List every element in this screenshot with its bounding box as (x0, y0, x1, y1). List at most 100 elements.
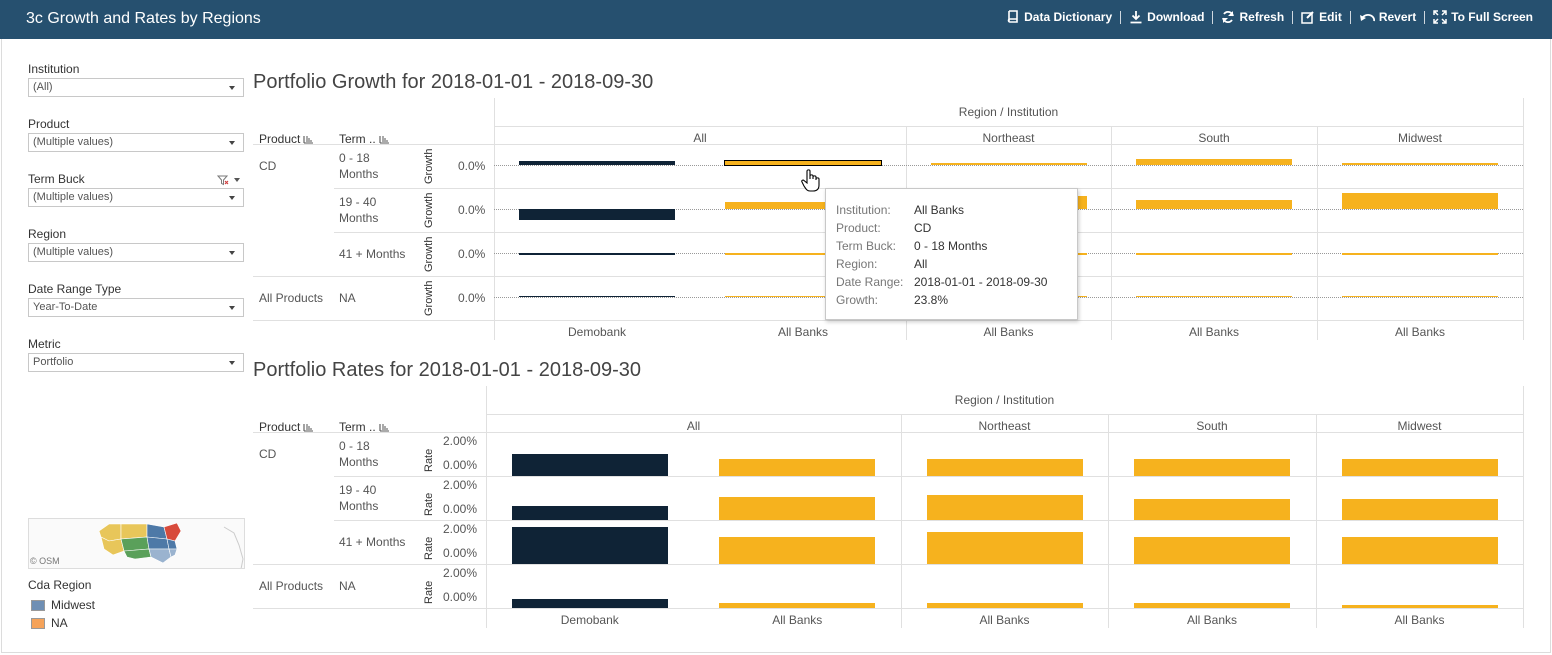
growth-bar[interactable] (1342, 163, 1498, 165)
legend-swatch (31, 599, 45, 611)
rate-bar[interactable] (926, 459, 1083, 476)
tooltip-row: Product: CD (836, 219, 1067, 237)
institution-label-0[interactable]: Demobank (486, 613, 694, 627)
growth-bar[interactable] (1342, 295, 1498, 297)
term-row-label[interactable]: 41 + Months (339, 246, 411, 262)
tooltip-value: CD (914, 221, 932, 235)
institution-label-0[interactable]: Demobank (494, 325, 700, 339)
rate-bar[interactable] (719, 536, 876, 564)
product-dropdown[interactable]: (Multiple values) (28, 133, 244, 152)
institution-label-4[interactable]: All Banks (1317, 325, 1523, 339)
institution-label-3[interactable]: All Banks (1111, 325, 1317, 339)
institution-filter-label: Institution (28, 62, 244, 78)
growth-bar[interactable] (1342, 192, 1498, 209)
row-divider (334, 520, 1523, 521)
institution-label-2[interactable]: All Banks (906, 325, 1111, 339)
us-map-graphic (98, 522, 244, 568)
term-row-label[interactable]: NA (339, 290, 411, 306)
growth-bar[interactable] (519, 160, 675, 165)
growth-bar[interactable] (1136, 200, 1292, 209)
legend-label: Midwest (51, 598, 96, 612)
term-row-label[interactable]: 0 - 18 Months (339, 150, 411, 182)
product-row-label[interactable]: All Products (259, 578, 323, 594)
institution-label-1[interactable]: All Banks (700, 325, 906, 339)
product-row-label[interactable]: CD (259, 446, 276, 462)
chevron-down-icon (229, 251, 235, 255)
region-header-northeast[interactable]: Northeast (901, 419, 1108, 433)
institution-label-2[interactable]: All Banks (901, 613, 1108, 627)
rate-bar[interactable] (511, 453, 668, 476)
region-header-all[interactable]: All (494, 131, 906, 145)
toolbar-divider (1349, 10, 1351, 24)
fullscreen-icon (1433, 10, 1447, 24)
date-range-type-label: Date Range Type (28, 282, 122, 296)
rate-bar[interactable] (1341, 498, 1498, 520)
rate-bar[interactable] (1341, 459, 1498, 476)
download-button[interactable]: Download (1129, 10, 1204, 24)
rate-bar[interactable] (1341, 604, 1498, 608)
region-dropdown[interactable]: (Multiple values) (28, 243, 244, 262)
rate-bar[interactable] (1341, 536, 1498, 564)
clear-filter-icon[interactable] (217, 175, 229, 186)
term-row-label[interactable]: 19 - 40 Months (339, 194, 411, 226)
term-row-label[interactable]: 0 - 18 Months (339, 438, 411, 470)
filter-menu[interactable] (217, 172, 244, 188)
product-row-label[interactable]: CD (259, 158, 276, 174)
term-row-label[interactable]: 19 - 40 Months (339, 482, 411, 514)
tooltip-row: Date Range: 2018-01-01 - 2018-09-30 (836, 273, 1067, 291)
sort-icon[interactable] (303, 135, 314, 144)
rate-bar[interactable] (926, 531, 1083, 564)
rate-bar[interactable] (719, 459, 876, 476)
sort-icon[interactable] (303, 423, 314, 432)
term-row-label[interactable]: 41 + Months (339, 534, 411, 550)
term-buck-filter-label: Term Buck (28, 172, 244, 188)
edit-button[interactable]: Edit (1301, 10, 1342, 24)
date-range-type-dropdown[interactable]: Year-To-Date (28, 298, 244, 317)
product-row-label[interactable]: All Products (259, 290, 323, 306)
rate-bar[interactable] (511, 526, 668, 564)
rate-bar[interactable] (719, 497, 876, 520)
sort-icon[interactable] (379, 423, 390, 432)
rate-bar[interactable] (719, 602, 876, 608)
growth-bar[interactable] (1342, 253, 1498, 255)
legend-item-na[interactable]: NA (31, 617, 68, 629)
growth-bar[interactable] (1136, 253, 1292, 255)
growth-bar[interactable] (1136, 295, 1292, 297)
revert-button[interactable]: Revert (1359, 10, 1416, 24)
region-header-all[interactable]: All (486, 419, 901, 433)
growth-bar[interactable] (1136, 158, 1292, 165)
institution-label-4[interactable]: All Banks (1316, 613, 1523, 627)
term-row-label[interactable]: NA (339, 578, 411, 594)
region-map[interactable]: © OSM (28, 518, 245, 569)
rate-bar[interactable] (511, 506, 668, 520)
institution-label-3[interactable]: All Banks (1108, 613, 1316, 627)
region-header-midwest[interactable]: Midwest (1317, 131, 1523, 145)
legend-item-midwest[interactable]: Midwest (31, 598, 95, 612)
menu-arrow-icon[interactable] (234, 178, 240, 182)
sort-icon[interactable] (379, 135, 390, 144)
growth-bar[interactable] (519, 295, 675, 297)
region-header-south[interactable]: South (1111, 131, 1317, 145)
region-header-south[interactable]: South (1108, 419, 1316, 433)
region-header-northeast[interactable]: Northeast (906, 131, 1111, 145)
full-screen-button[interactable]: To Full Screen (1433, 10, 1533, 24)
growth-bar[interactable] (519, 209, 675, 220)
rate-bar[interactable] (1134, 536, 1290, 564)
growth-bar[interactable] (724, 159, 882, 166)
growth-bar[interactable] (519, 253, 675, 255)
institution-label-1[interactable]: All Banks (694, 613, 902, 627)
term-buck-dropdown[interactable]: (Multiple values) (28, 188, 244, 207)
rate-bar[interactable] (1134, 459, 1290, 476)
growth-bar[interactable] (930, 163, 1087, 165)
rate-bar[interactable] (1134, 498, 1290, 520)
rate-bar[interactable] (926, 495, 1083, 520)
data-dictionary-button[interactable]: Data Dictionary (1006, 10, 1112, 24)
rate-bar[interactable] (511, 598, 668, 608)
region-header-midwest[interactable]: Midwest (1316, 419, 1523, 433)
rate-bar[interactable] (926, 602, 1083, 608)
chart-tooltip: Institution: All Banks Product: CD Term Buck… (825, 188, 1078, 320)
metric-dropdown[interactable]: Portfolio (28, 353, 244, 372)
institution-dropdown[interactable]: (All) (28, 78, 244, 97)
rate-bar[interactable] (1134, 602, 1290, 608)
refresh-button[interactable]: Refresh (1221, 10, 1284, 24)
